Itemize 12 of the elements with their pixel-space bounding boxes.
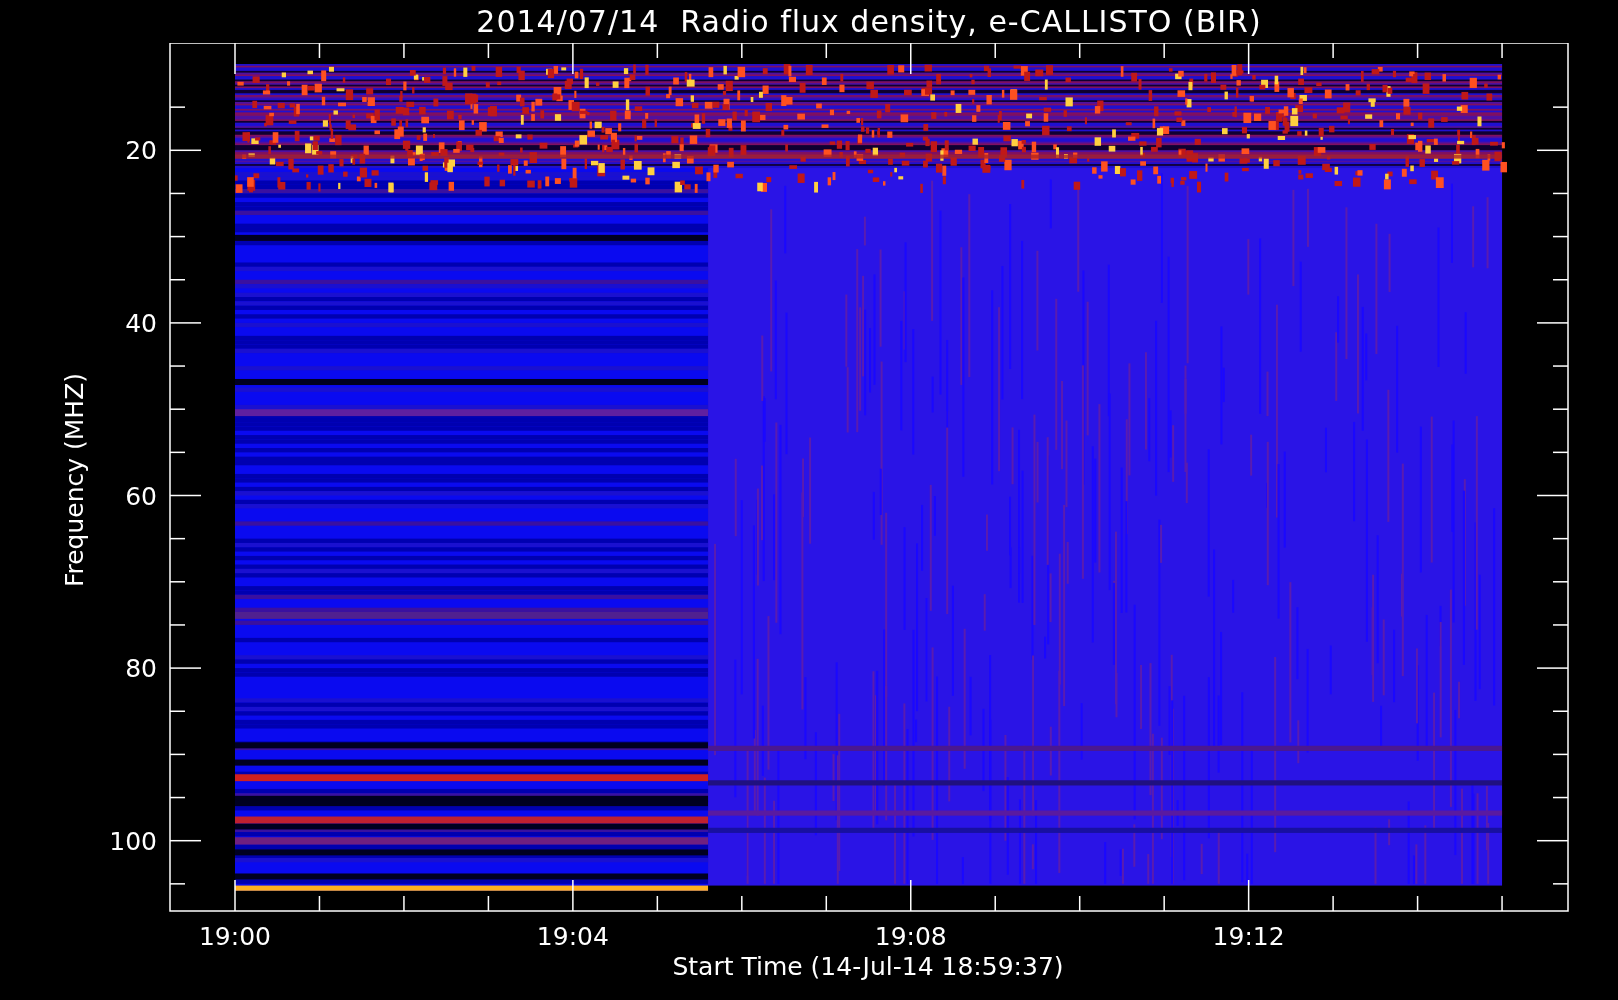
tick-label: 19:08 (874, 922, 947, 951)
tick-label: 60 (125, 481, 157, 511)
tick-label: 80 (125, 654, 157, 684)
tick-label: 40 (125, 308, 157, 338)
tick-label: 19:04 (536, 922, 609, 951)
tick-label: 19:00 (199, 922, 271, 951)
axis-label: Frequency (MHZ) (60, 372, 89, 588)
plot-title: 2014/07/14 Radio flux density, e-CALLISTO (BIR) (476, 6, 1262, 37)
axis-label: Start Time (14-Jul-14 18:59:37) (672, 952, 1064, 981)
tick-label: 19:12 (1212, 922, 1285, 951)
tick-label: 20 (125, 136, 157, 166)
tick-label: 100 (109, 826, 157, 856)
